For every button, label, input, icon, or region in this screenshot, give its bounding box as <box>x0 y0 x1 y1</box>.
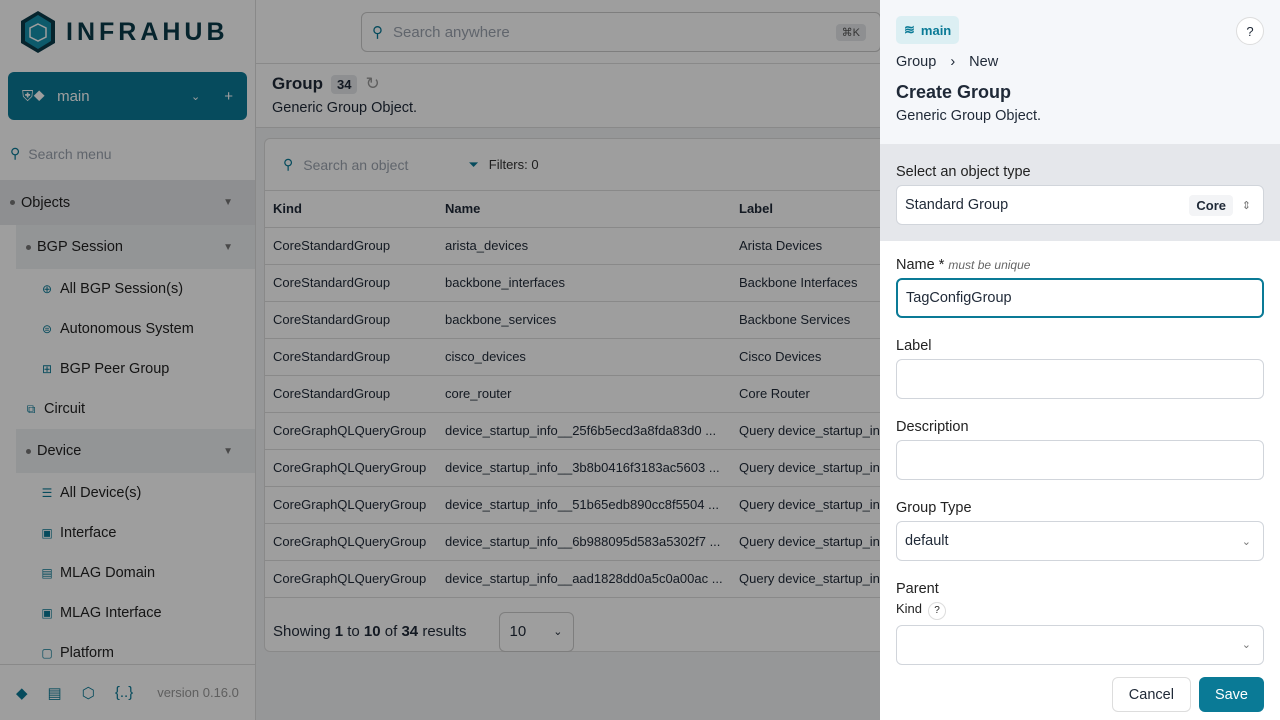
label-label: Label <box>896 338 932 354</box>
name-input[interactable]: TagConfigGroup <box>896 278 1264 318</box>
chevron-down-icon: ⌄ <box>1241 639 1251 651</box>
name-label: Name * <box>896 257 945 273</box>
group-type-label: Group Type <box>896 500 972 516</box>
help-button[interactable]: ? <box>1236 17 1264 45</box>
updown-icon: ⇕ <box>1241 199 1251 212</box>
description-input[interactable] <box>896 440 1264 480</box>
layers-icon: ≋ <box>904 22 915 37</box>
kind-help-icon[interactable]: ? <box>928 601 947 620</box>
breadcrumb-new: New <box>969 54 999 70</box>
object-type-label: Select an object type <box>896 164 1031 180</box>
parent-kind-select[interactable]: ⌄ <box>896 624 1264 665</box>
breadcrumb: Group › New <box>896 54 1264 70</box>
modal-overlay[interactable] <box>0 0 880 720</box>
save-button[interactable]: Save <box>1198 677 1264 712</box>
create-group-drawer: ≋ main ? Group › New Create Group Generic G… <box>880 0 1280 720</box>
chevron-down-icon: ⌄ <box>1241 535 1251 548</box>
breadcrumb-group[interactable]: Group <box>896 54 936 70</box>
cancel-button[interactable]: Cancel <box>1111 677 1191 712</box>
drawer-description: Generic Group Object. <box>896 108 1042 124</box>
kind-label: Kind <box>896 601 923 616</box>
namespace-badge: Core <box>1189 194 1233 216</box>
drawer-title: Create Group <box>896 82 1012 102</box>
label-input[interactable] <box>896 359 1264 399</box>
name-hint: must be unique <box>948 258 1031 272</box>
group-type-select[interactable]: default ⌄ <box>896 521 1264 561</box>
parent-label: Parent <box>896 581 939 597</box>
branch-badge: ≋ main <box>896 16 960 44</box>
object-type-select[interactable]: Standard Group Core ⇕ <box>896 185 1264 225</box>
description-label: Description <box>896 419 969 435</box>
chevron-right-icon: › <box>950 54 956 70</box>
